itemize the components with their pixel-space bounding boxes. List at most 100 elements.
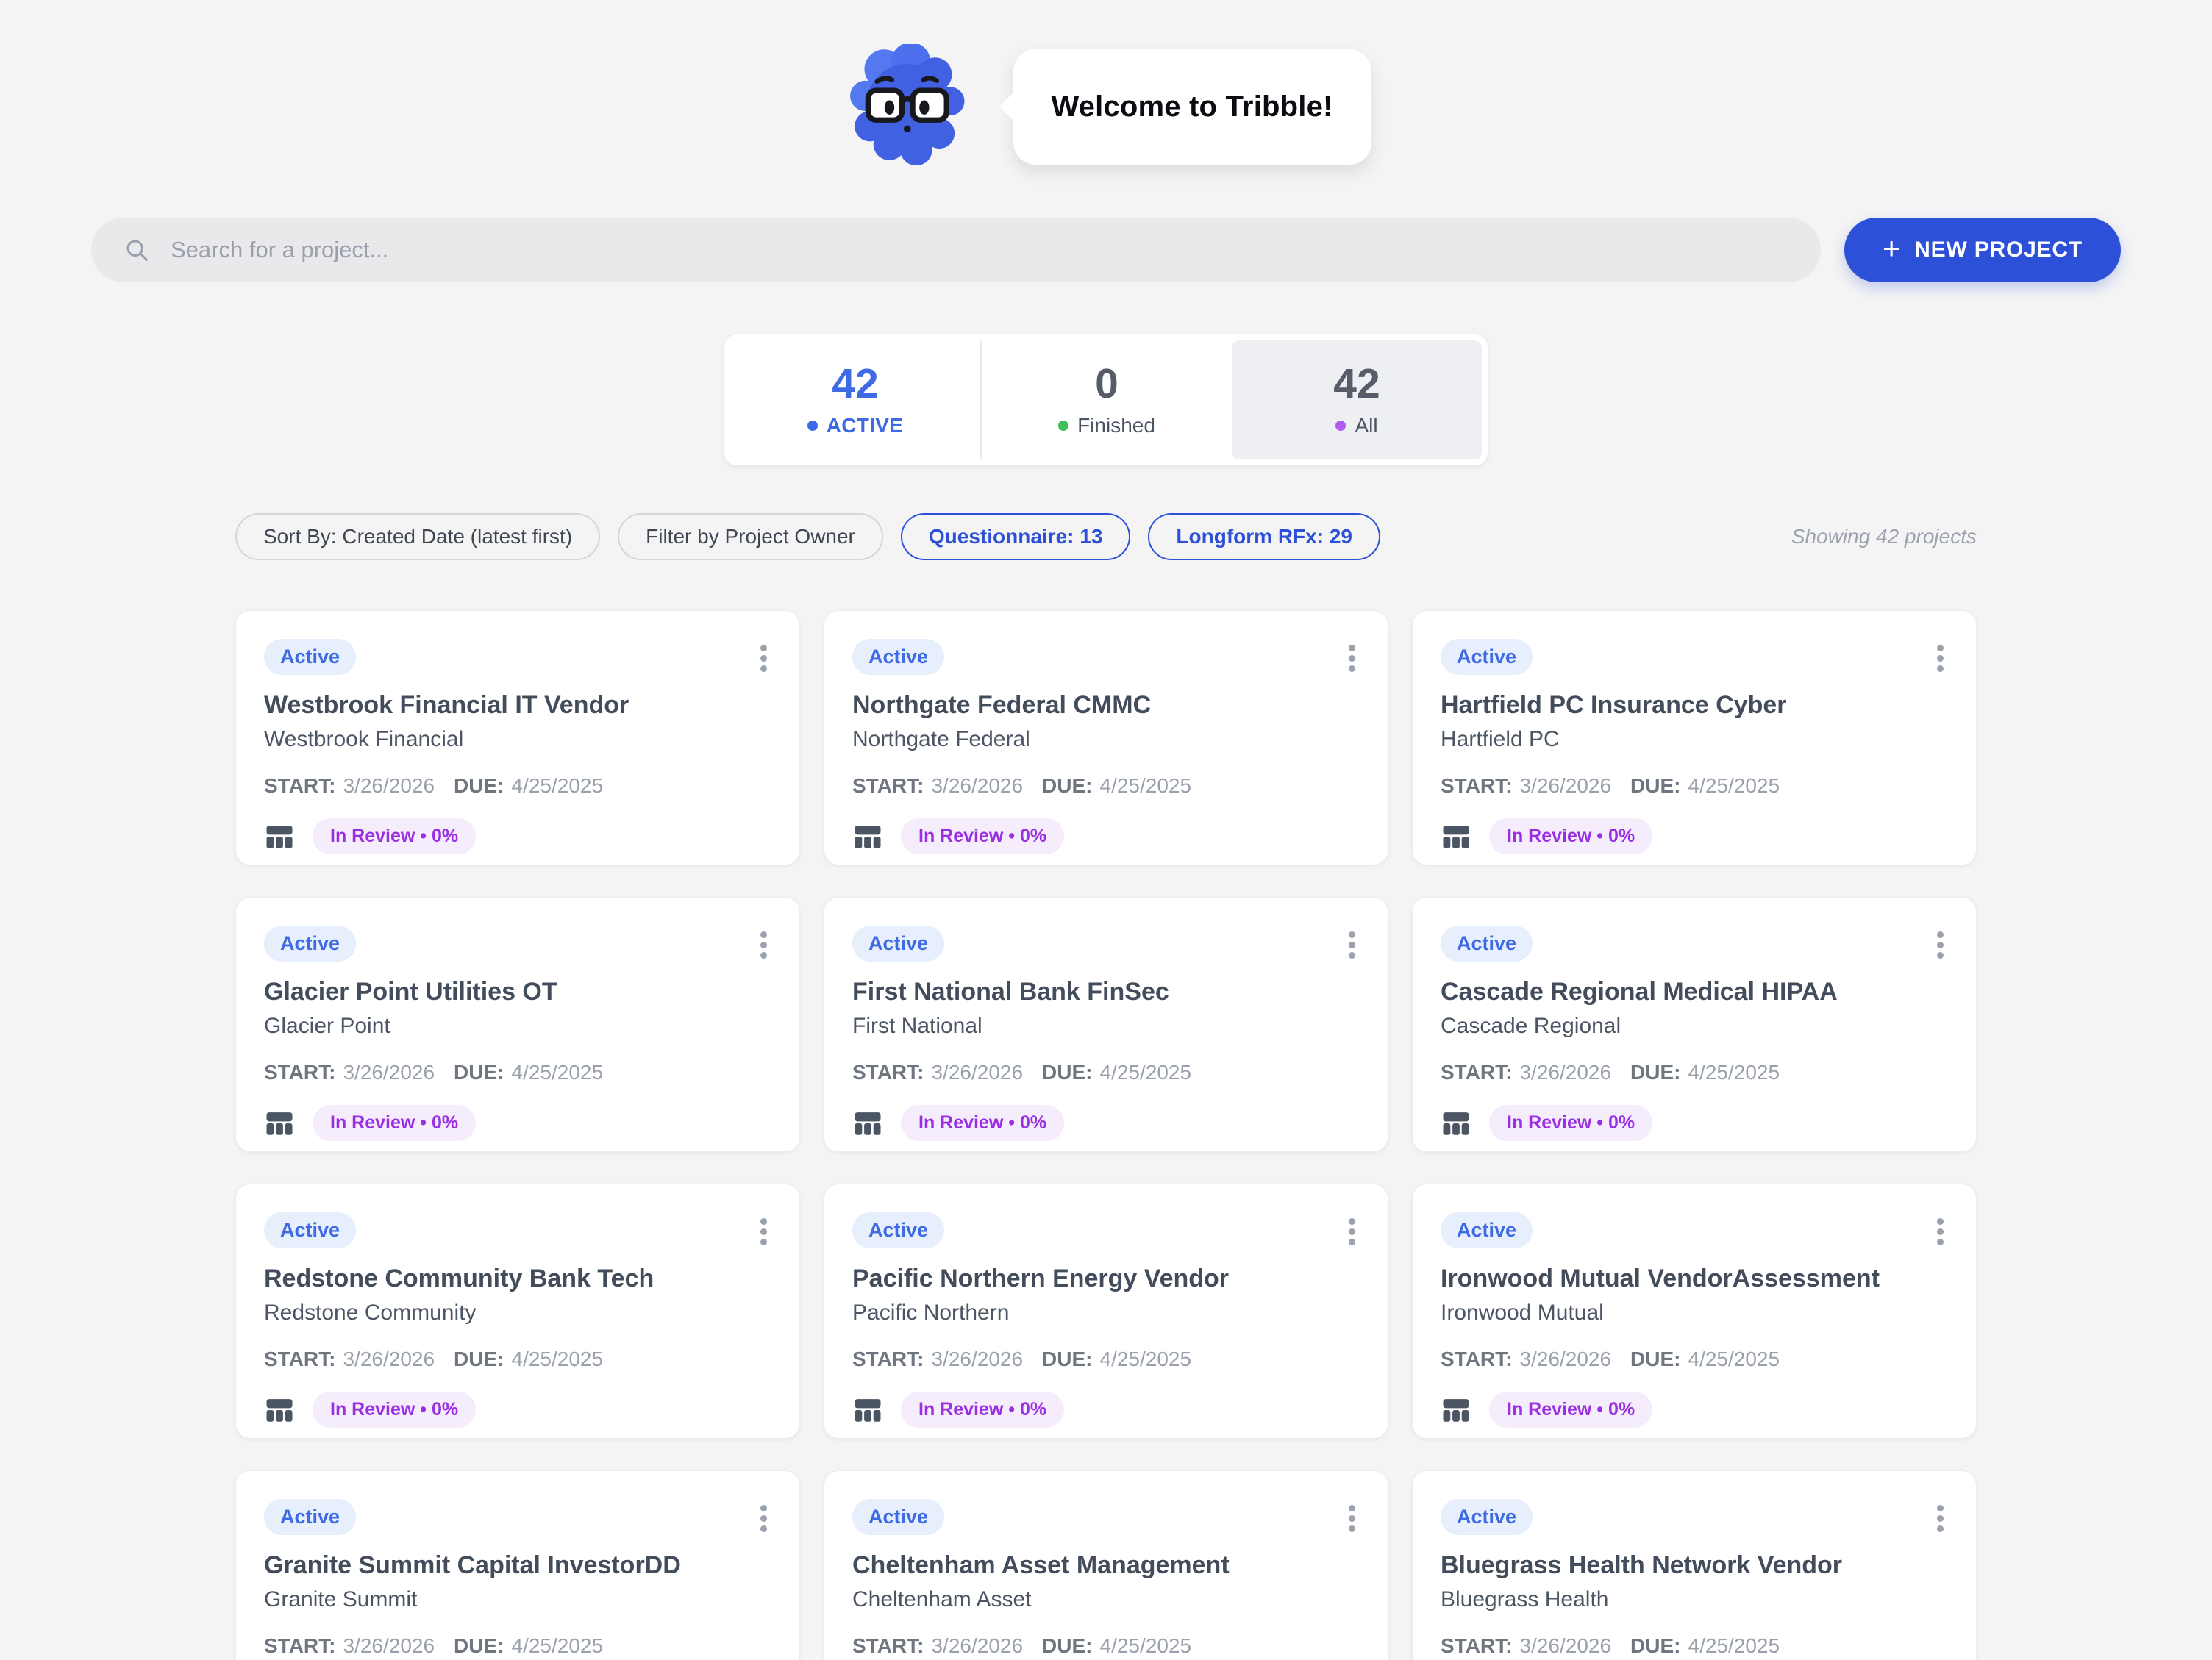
due-date: 4/25/2025 [1100, 1348, 1192, 1371]
project-dates: START: 3/26/2026 DUE: 4/25/2025 [852, 1348, 1360, 1371]
status-badge: Active [1441, 1499, 1533, 1535]
kebab-dot-icon [1349, 1505, 1355, 1511]
tab-active-projects[interactable]: 42 ACTIVE [730, 340, 980, 459]
new-project-button[interactable]: + NEW PROJECT [1844, 218, 2121, 282]
kebab-dot-icon [1937, 1218, 1944, 1225]
kebab-dot-icon [1937, 1515, 1944, 1522]
project-card[interactable]: Active Bluegrass Health Network Vendor B… [1412, 1470, 1977, 1660]
due-date: 4/25/2025 [512, 1061, 604, 1084]
card-menu-button[interactable] [1930, 1214, 1951, 1250]
project-card-footer: In Review • 0% [1441, 818, 1948, 854]
project-card[interactable]: Active Hartfield PC Insurance Cyber Hart… [1412, 610, 1977, 865]
kebab-dot-icon [1937, 1505, 1944, 1511]
project-title: Pacific Northern Energy Vendor [852, 1264, 1360, 1293]
due-label: DUE: [1042, 1061, 1092, 1084]
card-menu-button[interactable] [753, 1214, 774, 1250]
project-title: Redstone Community Bank Tech [264, 1264, 771, 1293]
project-dates: START: 3/26/2026 DUE: 4/25/2025 [1441, 1634, 1948, 1658]
card-menu-button[interactable] [753, 1500, 774, 1536]
status-badge: Active [264, 639, 356, 675]
project-company: Cascade Regional [1441, 1014, 1948, 1039]
kebab-dot-icon [760, 665, 767, 672]
kebab-dot-icon [1349, 645, 1355, 651]
status-badge: Active [264, 926, 356, 962]
start-date: 3/26/2026 [1519, 1061, 1611, 1084]
start-label: START: [264, 1061, 335, 1084]
project-title: Cheltenham Asset Management [852, 1551, 1360, 1580]
card-menu-button[interactable] [1341, 927, 1363, 963]
finished-count: 0 [1095, 363, 1119, 405]
project-card[interactable]: Active First National Bank FinSec First … [824, 897, 1388, 1152]
card-menu-button[interactable] [1341, 1500, 1363, 1536]
card-menu-button[interactable] [1930, 927, 1951, 963]
active-dot-icon [807, 421, 818, 431]
card-menu-button[interactable] [753, 927, 774, 963]
project-title: Ironwood Mutual VendorAssessment [1441, 1264, 1948, 1293]
status-badge: Active [1441, 1212, 1533, 1248]
search-input[interactable] [171, 237, 1788, 263]
project-dates: START: 3/26/2026 DUE: 4/25/2025 [852, 1634, 1360, 1658]
project-company: Granite Summit [264, 1587, 771, 1612]
project-card[interactable]: Active Glacier Point Utilities OT Glacie… [235, 897, 800, 1152]
due-date: 4/25/2025 [1688, 1348, 1780, 1371]
projects-dashboard: Welcome to Tribble! + NEW PROJECT 42 ACT… [0, 0, 2212, 1660]
review-status-badge: In Review • 0% [313, 1105, 476, 1141]
kebab-dot-icon [1349, 665, 1355, 672]
table-icon [852, 1395, 883, 1425]
project-dates: START: 3/26/2026 DUE: 4/25/2025 [264, 1634, 771, 1658]
card-menu-button[interactable] [1930, 1500, 1951, 1536]
due-label: DUE: [1630, 1634, 1680, 1658]
project-company: Pacific Northern [852, 1301, 1360, 1326]
project-title: First National Bank FinSec [852, 978, 1360, 1006]
project-card-footer: In Review • 0% [852, 1392, 1360, 1428]
project-search-bar[interactable] [91, 218, 1821, 282]
sort-by-chip[interactable]: Sort By: Created Date (latest first) [235, 513, 600, 560]
plus-icon: + [1883, 233, 1901, 264]
project-title: Cascade Regional Medical HIPAA [1441, 978, 1948, 1006]
kebab-dot-icon [1937, 655, 1944, 662]
card-menu-button[interactable] [1930, 640, 1951, 676]
project-card[interactable]: Active Pacific Northern Energy Vendor Pa… [824, 1184, 1388, 1439]
project-dates: START: 3/26/2026 DUE: 4/25/2025 [1441, 1061, 1948, 1084]
start-date: 3/26/2026 [931, 1634, 1023, 1658]
due-label: DUE: [1042, 774, 1092, 798]
project-card[interactable]: Active Cheltenham Asset Management Chelt… [824, 1470, 1388, 1660]
kebab-dot-icon [1937, 931, 1944, 938]
longform-rfx-filter-chip[interactable]: Longform RFx: 29 [1148, 513, 1380, 560]
questionnaire-filter-chip[interactable]: Questionnaire: 13 [901, 513, 1131, 560]
filter-owner-chip[interactable]: Filter by Project Owner [618, 513, 883, 560]
review-status-badge: In Review • 0% [1489, 1392, 1652, 1428]
kebab-dot-icon [1937, 952, 1944, 959]
start-date: 3/26/2026 [343, 1061, 435, 1084]
card-menu-button[interactable] [1341, 640, 1363, 676]
start-label: START: [1441, 1061, 1512, 1084]
kebab-dot-icon [1349, 931, 1355, 938]
tab-finished-projects[interactable]: 0 Finished [980, 340, 1232, 459]
tab-all-projects[interactable]: 42 All [1232, 340, 1482, 459]
kebab-dot-icon [1349, 1515, 1355, 1522]
project-card[interactable]: Active Granite Summit Capital InvestorDD… [235, 1470, 800, 1660]
new-project-label: NEW PROJECT [1914, 237, 2083, 262]
card-menu-button[interactable] [1341, 1214, 1363, 1250]
project-card[interactable]: Active Cascade Regional Medical HIPAA Ca… [1412, 897, 1977, 1152]
card-menu-button[interactable] [753, 640, 774, 676]
kebab-dot-icon [1937, 665, 1944, 672]
finished-label: Finished [1077, 414, 1155, 437]
review-status-badge: In Review • 0% [1489, 1105, 1652, 1141]
due-label: DUE: [1630, 1348, 1680, 1371]
project-card[interactable]: Active Redstone Community Bank Tech Reds… [235, 1184, 800, 1439]
due-label: DUE: [454, 774, 504, 798]
due-date: 4/25/2025 [1688, 774, 1780, 798]
due-label: DUE: [1630, 1061, 1680, 1084]
table-icon [264, 1395, 295, 1425]
project-card[interactable]: Active Westbrook Financial IT Vendor Wes… [235, 610, 800, 865]
project-card[interactable]: Active Northgate Federal CMMC Northgate … [824, 610, 1388, 865]
kebab-dot-icon [1349, 1525, 1355, 1532]
kebab-dot-icon [760, 645, 767, 651]
project-card[interactable]: Active Ironwood Mutual VendorAssessment … [1412, 1184, 1977, 1439]
status-badge: Active [852, 1212, 944, 1248]
project-card-footer: In Review • 0% [1441, 1105, 1948, 1141]
project-card-footer: In Review • 0% [264, 1105, 771, 1141]
start-label: START: [852, 1348, 924, 1371]
search-icon [124, 237, 150, 263]
